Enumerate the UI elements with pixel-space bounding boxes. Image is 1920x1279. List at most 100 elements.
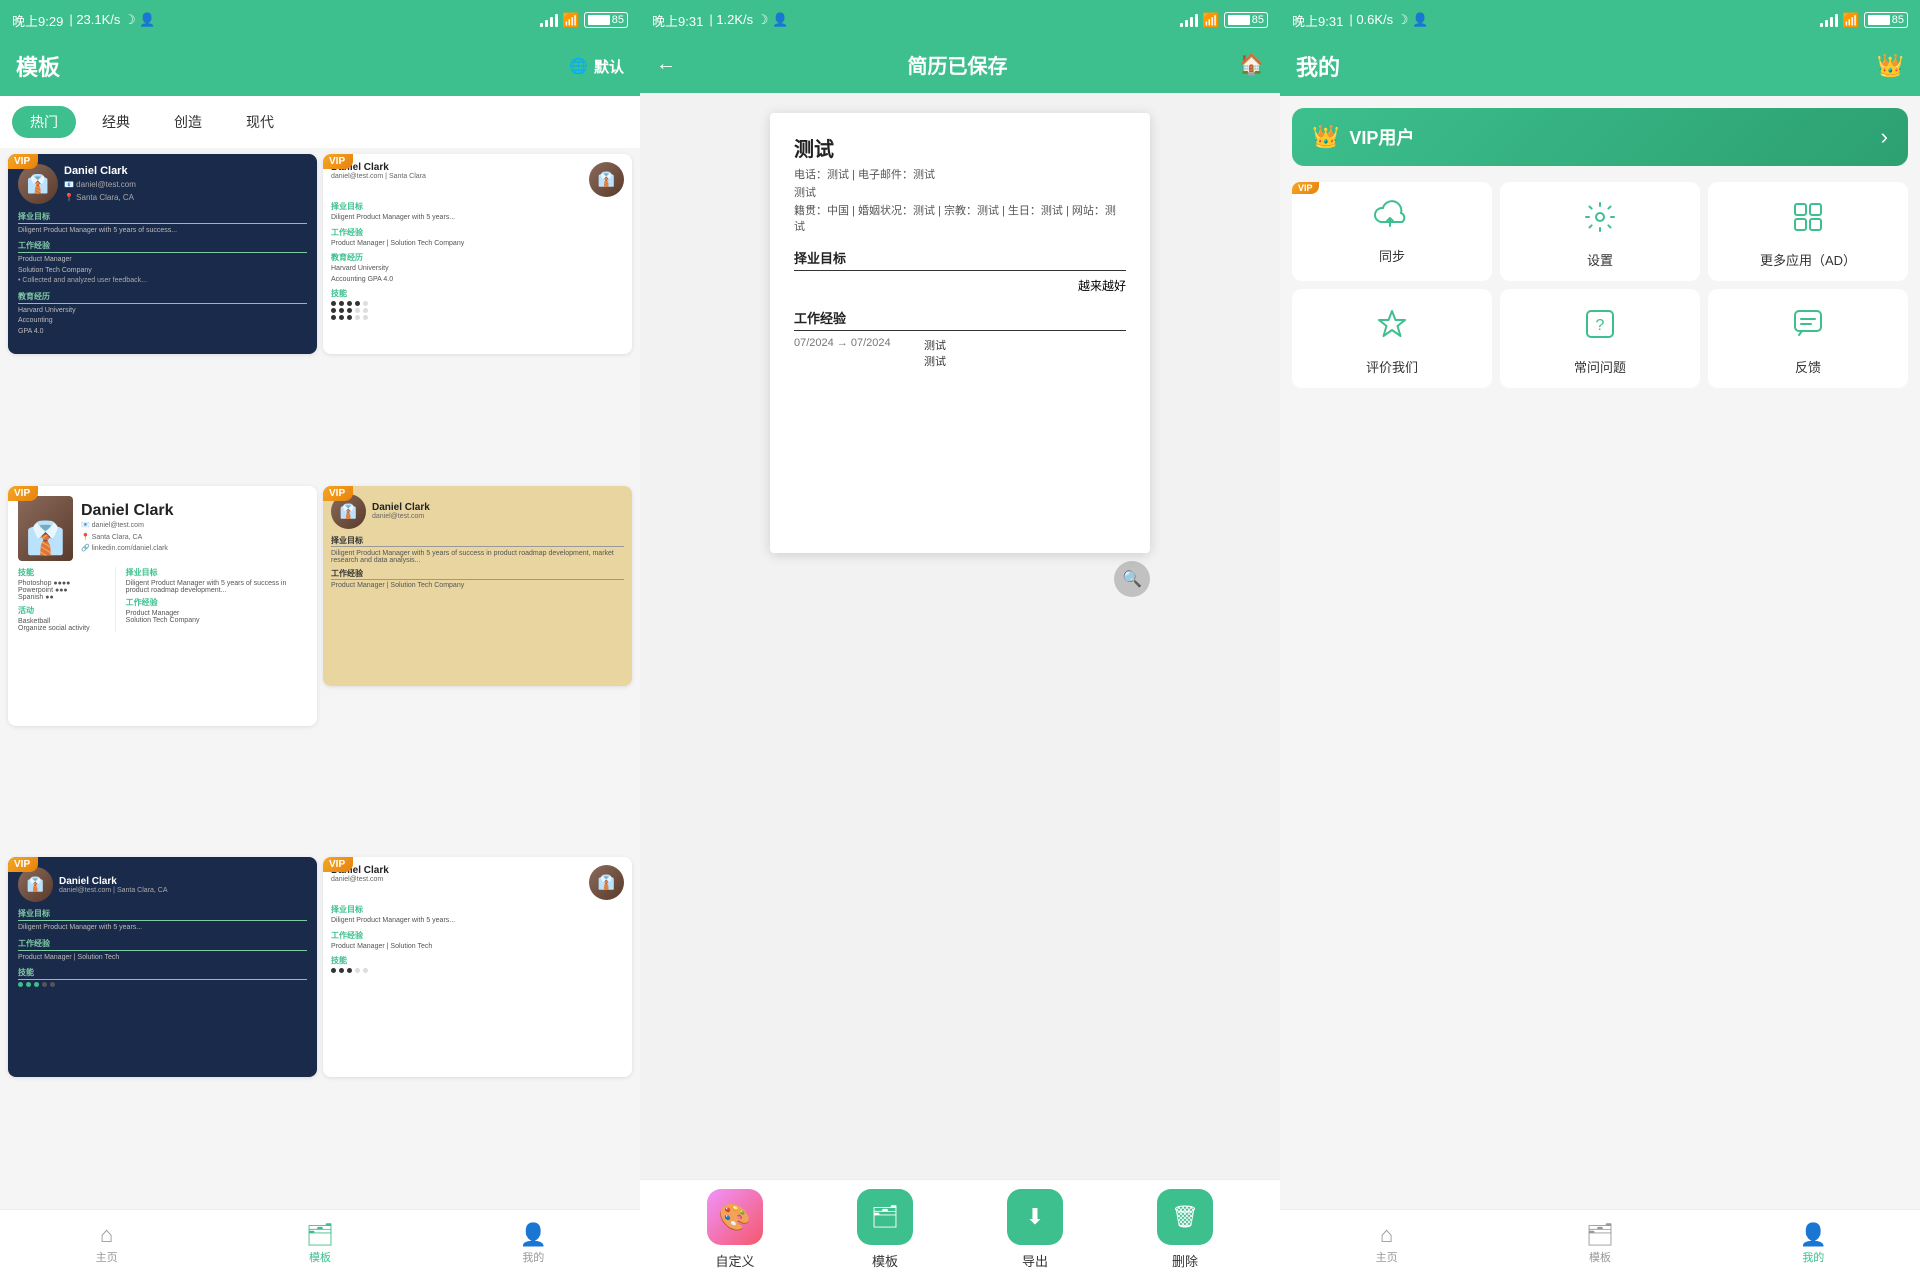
card6-contact: daniel@test.com <box>331 876 389 883</box>
nav-templates-1[interactable]: 🗂 模板 <box>213 1218 426 1271</box>
nav-my-label-1: 我的 <box>522 1249 544 1265</box>
templates-icon-1: 🗂 <box>306 1224 334 1246</box>
card5-obj: Diligent Product Manager with 5 years... <box>18 923 307 934</box>
panel-my: 晚上9:31 | 0.6K/s ☽ 👤 📶 85 我的 👑 👑 VIP用户 <box>1280 0 1920 1279</box>
vip-badge-5: VIP <box>8 857 38 872</box>
card3-header: 👔 Daniel Clark 📧 daniel@test.com📍 Santa … <box>18 496 307 561</box>
template-card-4[interactable]: VIP 👔 Daniel Clark daniel@test.com 择业目标 … <box>323 486 632 686</box>
status-time-3: 晚上9:31 | 0.6K/s ☽ 👤 <box>1292 11 1428 30</box>
nav-my-1[interactable]: 👤 我的 <box>427 1218 640 1271</box>
signal-icon <box>540 13 558 27</box>
card4-exp: Product Manager | Solution Tech Company <box>331 582 624 589</box>
action-delete-label: 删除 <box>1172 1251 1198 1270</box>
tab-classic[interactable]: 经典 <box>84 106 148 138</box>
wifi-icon-2: 📶 <box>1202 12 1219 29</box>
back-button[interactable]: ← <box>656 53 676 76</box>
action-template[interactable]: 🗂 模板 <box>857 1189 913 1270</box>
tab-modern[interactable]: 现代 <box>228 106 292 138</box>
status-bar-1: 晚上9:29 | 23.1K/s ☽ 👤 📶 85 <box>0 0 640 40</box>
vip-banner[interactable]: 👑 VIP用户 › <box>1292 108 1908 166</box>
card-settings[interactable]: 设置 <box>1500 182 1700 281</box>
nav-home-3[interactable]: ⌂ 主页 <box>1280 1218 1493 1271</box>
resume-obj-value: 越来越好 <box>1078 277 1126 294</box>
nav-templates-3[interactable]: 🗂 模板 <box>1493 1218 1706 1271</box>
wifi-icon: 📶 <box>562 12 579 29</box>
card3-exp-title: 工作经验 <box>126 597 307 608</box>
resume-actions: 🎨 自定义 🗂 模板 ⬇ 导出 🗑 删除 <box>640 1179 1280 1279</box>
action-delete[interactable]: 🗑 删除 <box>1157 1189 1213 1270</box>
nav-home-1[interactable]: ⌂ 主页 <box>0 1218 213 1271</box>
home-icon-1: ⌂ <box>100 1224 113 1246</box>
card5-header: 👔 Daniel Clark daniel@test.com | Santa C… <box>18 867 307 902</box>
home-icon-header[interactable]: 🏠 <box>1239 52 1264 77</box>
star-icon <box>1375 307 1409 349</box>
resume-exp-date: 07/2024 → 07/2024 <box>794 337 924 369</box>
question-icon: ? <box>1583 307 1617 349</box>
avatar-3: 👔 <box>18 496 73 561</box>
card3-right: 择业目标 Diligent Product Manager with 5 yea… <box>120 567 307 632</box>
card2-exp: Product Manager | Solution Tech Company <box>331 239 624 250</box>
card1-contact: 📧 daniel@test.com📍 Santa Clara, CA <box>64 179 136 205</box>
card1-edu: Harvard UniversityAccountingGPA 4.0 <box>18 306 307 338</box>
card4-contact: daniel@test.com <box>372 513 430 520</box>
nav-templates-label-1: 模板 <box>309 1249 331 1265</box>
card-more-apps[interactable]: 更多应用（AD） <box>1708 182 1908 281</box>
action-export[interactable]: ⬇ 导出 <box>1007 1189 1063 1270</box>
status-time-1: 晚上9:29 | 23.1K/s ☽ 👤 <box>12 11 155 30</box>
resume-saved-header: ← 简历已保存 🏠 <box>640 40 1280 93</box>
template-card-5[interactable]: VIP 👔 Daniel Clark daniel@test.com | San… <box>8 857 317 1077</box>
template-card-3[interactable]: VIP 👔 Daniel Clark 📧 daniel@test.com📍 Sa… <box>8 486 317 726</box>
signal-icon-3 <box>1820 13 1838 27</box>
card-faq[interactable]: ? 常问问题 <box>1500 289 1700 388</box>
nav-my-3[interactable]: 👤 我的 <box>1707 1218 1920 1271</box>
sync-label: 同步 <box>1379 246 1405 265</box>
resume-contact-2: 测试 <box>794 184 1126 200</box>
action-customize[interactable]: 🎨 自定义 <box>707 1189 763 1270</box>
template-icon-btn: 🗂 <box>857 1189 913 1245</box>
status-icons-1: 📶 85 <box>540 12 628 29</box>
resume-contact-3: 籍贯：中国 | 婚姻状况：测试 | 宗教：测试 | 生日：测试 | 网站：测试 <box>794 202 1126 234</box>
card2-sec3: 教育经历 <box>331 252 624 263</box>
card5-dots <box>18 982 307 987</box>
card-feedback[interactable]: 反馈 <box>1708 289 1908 388</box>
card6-header: Daniel Clark daniel@test.com 👔 <box>331 865 624 900</box>
tab-hot[interactable]: 热门 <box>12 106 76 138</box>
vip-crown-icon: 👑 <box>1312 124 1339 150</box>
avatar-6: 👔 <box>589 865 624 900</box>
card3-contact: 📧 daniel@test.com📍 Santa Clara, CA🔗 link… <box>81 520 173 554</box>
battery-icon-2: 85 <box>1224 12 1268 28</box>
card4-sec2: 工作经验 <box>331 568 624 580</box>
zoom-button[interactable]: 🔍 <box>1114 561 1150 597</box>
resume-objective-row: 越来越好 <box>794 277 1126 294</box>
battery-icon-3: 85 <box>1864 12 1908 28</box>
export-icon: ⬇ <box>1007 1189 1063 1245</box>
status-bar-2: 晚上9:31 | 1.2K/s ☽ 👤 📶 85 <box>640 0 1280 40</box>
tab-create[interactable]: 创造 <box>156 106 220 138</box>
templates-header-right[interactable]: 🌐 默认 <box>569 56 624 77</box>
card3-left: 技能 Photoshop ●●●●Powerpoint ●●●Spanish ●… <box>18 567 116 632</box>
time-label-1: 晚上9:29 <box>12 11 63 30</box>
status-bar-3: 晚上9:31 | 0.6K/s ☽ 👤 📶 85 <box>1280 0 1920 40</box>
more-apps-label: 更多应用（AD） <box>1760 250 1856 269</box>
card-sync[interactable]: VIP 同步 <box>1292 182 1492 281</box>
card2-edu: Harvard UniversityAccounting GPA 4.0 <box>331 264 624 285</box>
template-card-2[interactable]: VIP Daniel Clark daniel@test.com | Santa… <box>323 154 632 354</box>
card2-contact: daniel@test.com | Santa Clara <box>331 173 426 180</box>
template-card-6[interactable]: VIP Daniel Clark daniel@test.com 👔 择业目标 … <box>323 857 632 1077</box>
vip-arrow-icon: › <box>1881 124 1888 150</box>
template-card-1[interactable]: VIP 👔 Daniel Clark 📧 daniel@test.com📍 Sa… <box>8 154 317 354</box>
comment-icon <box>1791 307 1825 349</box>
card-rate[interactable]: 评价我们 <box>1292 289 1492 388</box>
card3-obj: Diligent Product Manager with 5 years of… <box>126 580 307 594</box>
card6-exp: Product Manager | Solution Tech <box>331 942 624 953</box>
card1-sec1: 择业目标 <box>18 211 307 224</box>
globe-icon: 🌐 <box>569 57 588 75</box>
signal-icon-2 <box>1180 13 1198 27</box>
palette-icon: 🎨 <box>707 1189 763 1245</box>
resume-exp-row: 07/2024 → 07/2024 测试 测试 <box>794 337 1126 369</box>
feedback-label: 反馈 <box>1795 357 1821 376</box>
card3-obj-title: 择业目标 <box>126 567 307 578</box>
cloud-icon <box>1374 200 1410 238</box>
templates-header: 模板 🌐 默认 <box>0 40 640 96</box>
avatar-2: 👔 <box>589 162 624 197</box>
